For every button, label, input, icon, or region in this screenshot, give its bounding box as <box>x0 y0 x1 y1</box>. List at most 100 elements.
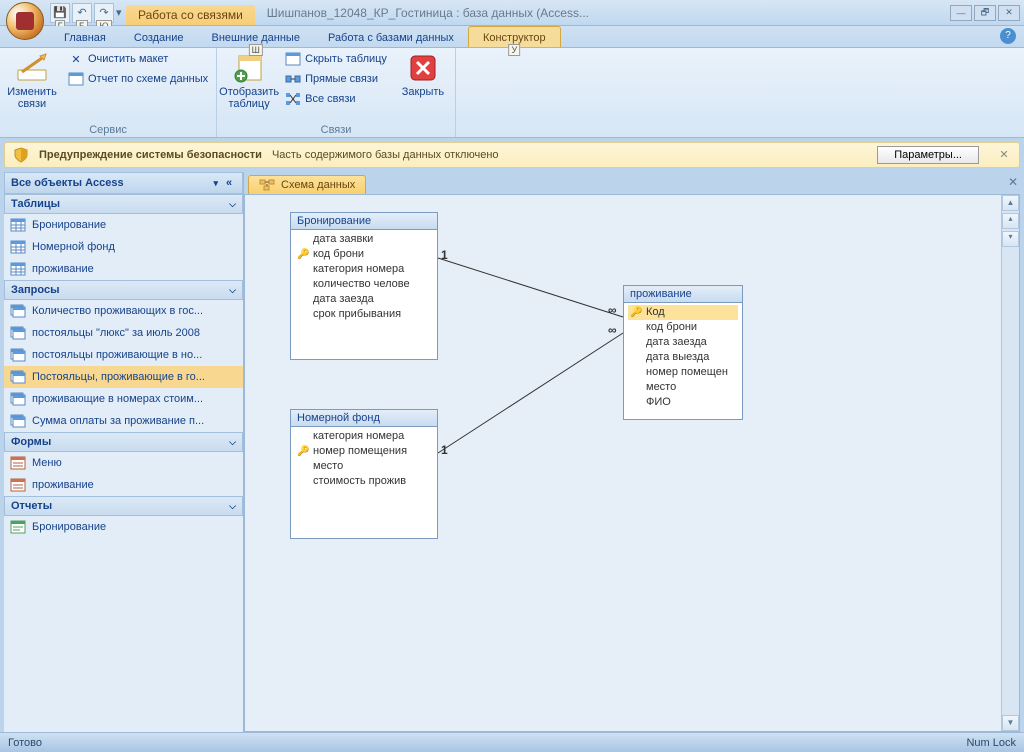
nav-item[interactable]: постояльцы "люкс" за июль 2008 <box>4 322 243 344</box>
edit-relationships-button[interactable]: Изменить связи <box>4 50 60 112</box>
security-warning-bar: Предупреждение системы безопасности Част… <box>4 142 1020 168</box>
table-box-bookings[interactable]: Бронирование дата заявки🔑код броникатего… <box>290 212 438 360</box>
vertical-scrollbar[interactable]: ▲ ▴ ▾ ▼ <box>1001 195 1019 731</box>
table-field[interactable]: место <box>295 459 433 474</box>
nav-item[interactable]: Бронирование <box>4 516 243 538</box>
query-icon <box>10 348 26 362</box>
nav-group-header[interactable]: Таблицы⌵ <box>4 194 243 214</box>
status-bar: Готово Num Lock <box>0 732 1024 752</box>
nav-item[interactable]: Меню <box>4 452 243 474</box>
doc-close-button[interactable]: ✕ <box>1006 175 1020 189</box>
table-field[interactable]: 🔑Код <box>628 305 738 320</box>
tab-database-tools[interactable]: Работа с базами данных <box>314 27 468 47</box>
main-area: Все объекты Access ▾ « Таблицы⌵Бронирова… <box>0 172 1024 732</box>
scroll-down-icon[interactable]: ▼ <box>1002 715 1019 731</box>
table-field[interactable]: код брони <box>628 320 738 335</box>
qat-save[interactable]: 💾Г <box>50 3 70 23</box>
nav-item[interactable]: проживающие в номерах стоим... <box>4 388 243 410</box>
direct-rel-icon <box>285 71 301 87</box>
table-field[interactable]: количество челове <box>295 277 433 292</box>
table-field[interactable]: дата выезда <box>628 350 738 365</box>
all-rel-icon <box>285 91 301 107</box>
ribbon: Изменить связи ✕Очистить макет Отчет по … <box>0 48 1024 138</box>
minimize-button[interactable]: — <box>950 5 972 21</box>
shield-icon <box>13 147 29 163</box>
document-tabs: Схема данных ✕ <box>244 172 1024 194</box>
help-button[interactable]: ? <box>1000 28 1016 44</box>
tab-home[interactable]: Главная <box>50 27 120 47</box>
relationships-canvas[interactable]: 1 ∞ 1 ∞ Бронирование дата заявки🔑код бро… <box>244 194 1020 732</box>
close-button-ribbon[interactable]: Закрыть <box>395 50 451 100</box>
table-field[interactable]: срок прибывания <box>295 307 433 322</box>
query-icon <box>10 370 26 384</box>
show-table-button[interactable]: Отобразить таблицу <box>221 50 277 112</box>
qat-customize[interactable]: ▾ <box>116 6 126 19</box>
nav-collapse-button[interactable]: « <box>222 177 236 189</box>
schema-icon <box>259 178 275 192</box>
nav-item[interactable]: Номерной фонд <box>4 236 243 258</box>
table-field[interactable]: категория номера <box>295 262 433 277</box>
security-message: Часть содержимого базы данных отключено <box>272 149 499 161</box>
all-relationships-button[interactable]: Все связи <box>281 90 391 108</box>
direct-relationships-button[interactable]: Прямые связи <box>281 70 391 88</box>
nav-item[interactable]: Постояльцы, проживающие в го... <box>4 366 243 388</box>
hide-table-icon <box>285 51 301 67</box>
close-button[interactable]: ✕ <box>998 5 1020 21</box>
nav-item[interactable]: Сумма оплаты за проживание п... <box>4 410 243 432</box>
tab-create[interactable]: Создание <box>120 27 198 47</box>
table-field[interactable]: место <box>628 380 738 395</box>
table-field[interactable]: ФИО <box>628 395 738 410</box>
nav-group-header[interactable]: Формы⌵ <box>4 432 243 452</box>
nav-dropdown-icon[interactable]: ▾ <box>213 178 218 189</box>
table-field[interactable]: дата заезда <box>628 335 738 350</box>
nav-item[interactable]: проживание <box>4 258 243 280</box>
quick-access-toolbar: 💾Г ↶Б ↷Ю ▾ <box>50 3 126 23</box>
table-field[interactable]: стоимость прожив <box>295 474 433 489</box>
status-text: Готово <box>8 737 42 749</box>
restore-button[interactable]: 🗗 <box>974 5 996 21</box>
table-field[interactable]: дата заезда <box>295 292 433 307</box>
form-icon <box>10 456 26 470</box>
relationship-report-button[interactable]: Отчет по схеме данных <box>64 70 212 88</box>
scroll-up-icon[interactable]: ▲ <box>1002 195 1019 211</box>
nav-group-header[interactable]: Отчеты⌵ <box>4 496 243 516</box>
tab-external-data[interactable]: Внешние данныеШ <box>198 27 314 47</box>
table-field[interactable]: категория номера <box>295 429 433 444</box>
context-tab-title: Работа со связями <box>126 5 255 25</box>
tab-design[interactable]: КонструкторУ <box>468 26 561 47</box>
primary-key-icon: 🔑 <box>630 305 642 320</box>
nav-item[interactable]: Бронирование <box>4 214 243 236</box>
scroll-nav-down-icon[interactable]: ▾ <box>1002 231 1019 247</box>
primary-key-icon: 🔑 <box>297 444 309 459</box>
hide-table-button[interactable]: Скрыть таблицу <box>281 50 391 68</box>
query-icon <box>10 392 26 406</box>
table-field[interactable]: номер помещен <box>628 365 738 380</box>
nav-header[interactable]: Все объекты Access ▾ « <box>4 172 243 194</box>
table-field[interactable]: дата заявки <box>295 232 433 247</box>
window-title: Шишпанов_12048_КР_Гостиница : база данны… <box>259 6 950 20</box>
qat-undo[interactable]: ↶Б <box>72 3 92 23</box>
clear-layout-button[interactable]: ✕Очистить макет <box>64 50 212 68</box>
table-box-residence[interactable]: проживание 🔑Кодкод бронидата заездадата … <box>623 285 743 420</box>
table-field[interactable]: 🔑код брони <box>295 247 433 262</box>
cardinality-many: ∞ <box>608 323 617 337</box>
status-numlock: Num Lock <box>966 737 1016 749</box>
nav-item[interactable]: Количество проживающих в гос... <box>4 300 243 322</box>
ribbon-tabs: Главная Создание Внешние данныеШ Работа … <box>0 26 1024 48</box>
nav-item[interactable]: постояльцы проживающие в но... <box>4 344 243 366</box>
security-close-button[interactable]: ✕ <box>997 148 1011 162</box>
navigation-pane: Все объекты Access ▾ « Таблицы⌵Бронирова… <box>4 172 244 732</box>
nav-group-header[interactable]: Запросы⌵ <box>4 280 243 300</box>
doc-tab-schema[interactable]: Схема данных <box>248 175 366 194</box>
show-table-icon <box>233 52 265 84</box>
qat-redo[interactable]: ↷Ю <box>94 3 114 23</box>
title-bar: 💾Г ↶Б ↷Ю ▾ Работа со связями Шишпанов_12… <box>0 0 1024 26</box>
nav-item[interactable]: проживание <box>4 474 243 496</box>
scroll-nav-up-icon[interactable]: ▴ <box>1002 213 1019 229</box>
query-icon <box>10 414 26 428</box>
table-box-rooms[interactable]: Номерной фонд категория номера🔑номер пом… <box>290 409 438 539</box>
security-options-button[interactable]: Параметры... <box>877 146 979 164</box>
primary-key-icon: 🔑 <box>297 247 309 262</box>
office-button[interactable] <box>6 2 44 40</box>
table-field[interactable]: 🔑номер помещения <box>295 444 433 459</box>
